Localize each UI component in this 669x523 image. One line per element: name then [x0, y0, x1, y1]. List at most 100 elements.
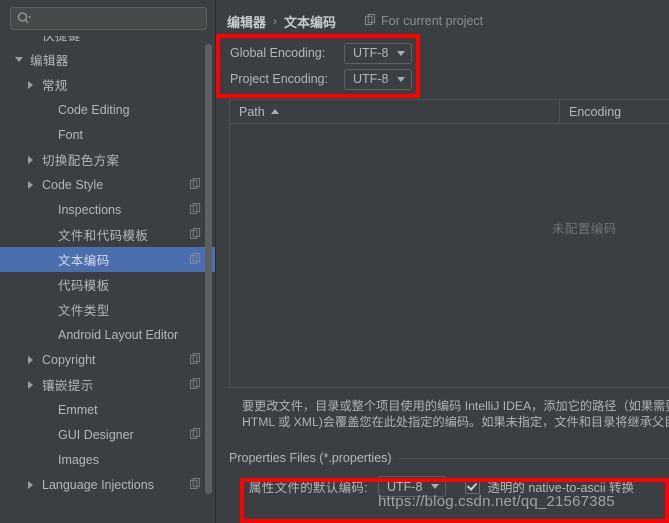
- chevron-right-icon[interactable]: [24, 380, 37, 389]
- sidebar-item-18[interactable]: Language Injections: [0, 472, 215, 497]
- sidebar-item-14[interactable]: 镶嵌提示: [0, 372, 215, 397]
- sidebar-item-label: Emmet: [58, 402, 98, 417]
- sidebar-item-6[interactable]: Code Style: [0, 172, 215, 197]
- search-container: [0, 0, 215, 35]
- description-line-2: HTML 或 XML)会覆盖您在此处指定的编码。如果未指定，文件和目录将继承父目…: [242, 415, 669, 429]
- encoding-settings: Global Encoding: UTF-8 Project Encoding:…: [230, 40, 669, 92]
- copy-icon: [190, 352, 201, 367]
- global-encoding-row: Global Encoding: UTF-8: [230, 40, 669, 66]
- sidebar-scrollbar-thumb[interactable]: [205, 44, 212, 494]
- chevron-down-icon[interactable]: [12, 57, 25, 62]
- watermark-url: https://blog.csdn.net/qq_21567385: [378, 493, 615, 510]
- sidebar-item-3[interactable]: Code Editing: [0, 97, 215, 122]
- sidebar-item-label: 切换配色方案: [42, 154, 120, 168]
- properties-group-label: Properties Files (*.properties): [229, 451, 392, 465]
- settings-sidebar: 快捷键编辑器常规 Code Editing Font 切换配色方案 Code Style…: [0, 0, 216, 523]
- sidebar-item-label: Android Layout Editor: [58, 327, 179, 342]
- encoding-table[interactable]: Path Encoding 未配置编码: [229, 99, 669, 388]
- breadcrumb-parent[interactable]: 编辑器: [227, 12, 266, 31]
- sidebar-item-label: Copyright: [42, 352, 96, 367]
- sidebar-item-label: 常规: [42, 79, 68, 93]
- column-header-path[interactable]: Path: [230, 100, 560, 123]
- properties-group-legend: Properties Files (*.properties): [229, 451, 669, 465]
- chevron-right-icon[interactable]: [24, 80, 37, 89]
- copy-icon: [190, 377, 201, 392]
- sidebar-item-label: Font: [58, 127, 84, 142]
- chevron-down-icon: [431, 484, 440, 489]
- chevron-down-icon: [397, 76, 406, 82]
- sidebar-scrollbar-track[interactable]: [205, 40, 212, 521]
- sidebar-item-15[interactable]: Emmet: [0, 397, 215, 422]
- sidebar-item-1[interactable]: 编辑器: [0, 47, 215, 72]
- sidebar-item-label: Code Style: [42, 177, 104, 192]
- table-empty-message: 未配置编码: [552, 222, 617, 236]
- sort-ascending-icon: [270, 109, 279, 114]
- properties-files-group: Properties Files (*.properties) 属性文件的默认编…: [229, 451, 669, 497]
- description-text: 要更改文件，目录或整个项目使用的编码 IntelliJ IDEA，添加它的路径（…: [242, 398, 669, 430]
- chevron-right-icon[interactable]: [24, 155, 37, 164]
- sidebar-item-2[interactable]: 常规: [0, 72, 215, 97]
- sidebar-item-label: GUI Designer: [58, 427, 134, 442]
- sidebar-item-16[interactable]: GUI Designer: [0, 422, 215, 447]
- table-header: Path Encoding: [230, 100, 669, 124]
- sidebar-item-5[interactable]: 切换配色方案: [0, 147, 215, 172]
- chevron-right-icon[interactable]: [24, 180, 37, 189]
- copy-icon: [190, 427, 201, 442]
- copy-icon: [190, 202, 201, 217]
- global-encoding-value: UTF-8: [353, 46, 389, 60]
- column-header-path-label: Path: [239, 104, 265, 119]
- default-encoding-value: UTF-8: [386, 479, 423, 494]
- search-input[interactable]: [35, 11, 200, 26]
- sidebar-item-label: 文件类型: [58, 304, 110, 318]
- breadcrumb-separator: ›: [273, 14, 278, 28]
- sidebar-item-label: 快捷键: [42, 36, 81, 43]
- sidebar-item-label: 文件和代码模板: [58, 229, 149, 243]
- breadcrumb: 编辑器 › 文本编码 For current project: [216, 0, 669, 31]
- default-encoding-label: 属性文件的默认编码:: [249, 481, 368, 495]
- sidebar-item-7[interactable]: Inspections: [0, 197, 215, 222]
- table-body[interactable]: 未配置编码: [230, 124, 669, 387]
- chevron-right-icon[interactable]: [24, 480, 37, 489]
- sidebar-item-label: 代码模板: [58, 279, 110, 293]
- sidebar-item-13[interactable]: Copyright: [0, 347, 215, 372]
- sidebar-item-11[interactable]: 文件类型: [0, 297, 215, 322]
- chevron-down-icon: [397, 50, 406, 56]
- sidebar-item-label: 文本编码: [58, 254, 110, 268]
- column-header-encoding-label: Encoding: [569, 104, 622, 119]
- global-encoding-dropdown[interactable]: UTF-8: [344, 42, 413, 64]
- sidebar-item-10[interactable]: 代码模板: [0, 272, 215, 297]
- breadcrumb-current: 文本编码: [284, 14, 337, 30]
- copy-icon: [190, 177, 201, 192]
- scope-indicator[interactable]: For current project: [365, 14, 483, 28]
- project-encoding-value: UTF-8: [353, 72, 389, 86]
- sidebar-item-12[interactable]: Android Layout Editor: [0, 322, 215, 347]
- search-icon: [17, 12, 32, 25]
- sidebar-item-label: Inspections: [58, 202, 122, 217]
- copy-icon: [365, 14, 376, 28]
- sidebar-item-label: 镶嵌提示: [42, 379, 94, 393]
- transparent-conversion-checkbox[interactable]: [465, 479, 481, 494]
- sidebar-item-label: Code Editing: [58, 102, 130, 117]
- copy-icon: [190, 227, 201, 242]
- settings-main-panel: 编辑器 › 文本编码 For current project Global En…: [216, 0, 669, 523]
- group-divider: [398, 457, 669, 459]
- project-encoding-label: Project Encoding:: [230, 72, 328, 86]
- settings-dialog: 快捷键 编辑器 常规 Code Editing Font 切换配色方案 Code Style…: [0, 0, 669, 523]
- scope-label: For current project: [381, 14, 484, 28]
- copy-icon: [190, 252, 201, 267]
- search-box[interactable]: [10, 7, 207, 30]
- sidebar-item-4[interactable]: Font: [0, 122, 215, 147]
- sidebar-item-9[interactable]: 文本编码: [0, 247, 215, 272]
- sidebar-item-label: Language Injections: [42, 477, 154, 492]
- chevron-right-icon[interactable]: [24, 355, 37, 364]
- sidebar-item-label: 编辑器: [30, 54, 69, 68]
- global-encoding-label: Global Encoding:: [230, 46, 326, 60]
- column-header-encoding[interactable]: Encoding: [560, 100, 669, 123]
- settings-tree[interactable]: 快捷键编辑器常规 Code Editing Font 切换配色方案 Code Style…: [0, 36, 215, 523]
- settings-tree-list: 快捷键编辑器常规 Code Editing Font 切换配色方案 Code Style…: [0, 36, 215, 497]
- sidebar-item-8[interactable]: 文件和代码模板: [0, 222, 215, 247]
- project-encoding-dropdown[interactable]: UTF-8: [344, 68, 413, 90]
- copy-icon: [190, 477, 201, 492]
- sidebar-item-0[interactable]: 快捷键: [0, 36, 215, 47]
- sidebar-item-17[interactable]: Images: [0, 447, 215, 472]
